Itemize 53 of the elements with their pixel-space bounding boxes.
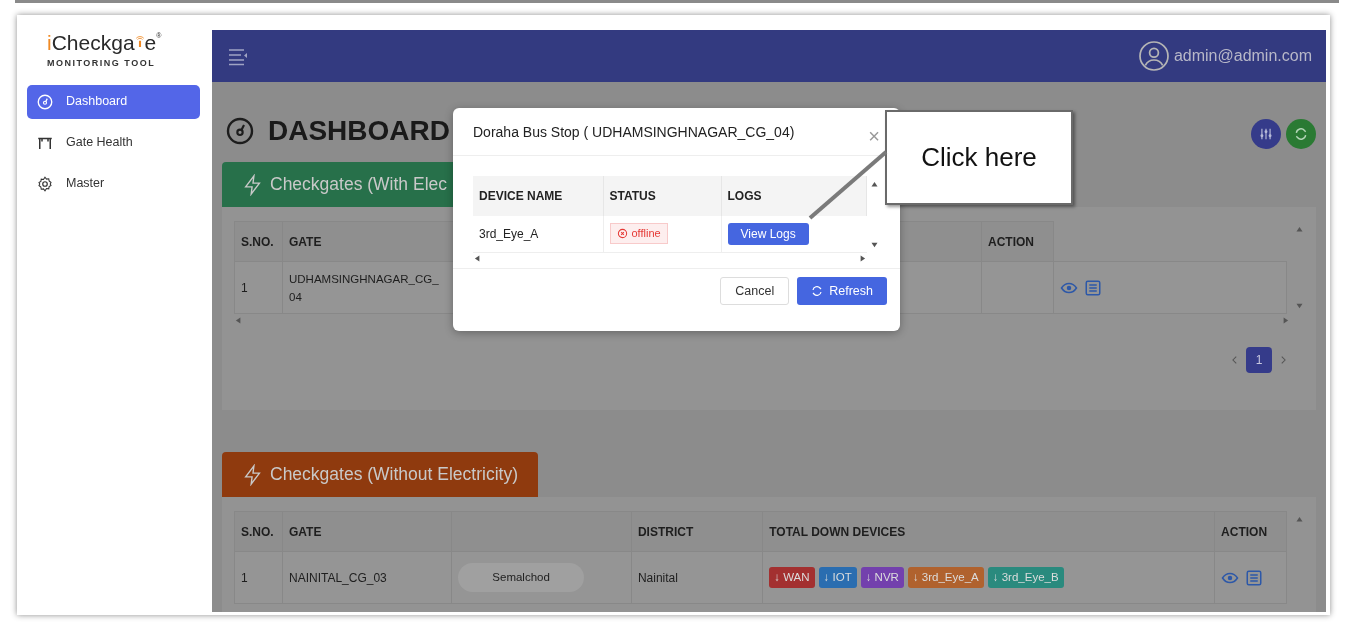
logo-subtitle: MONITORING TOOL (47, 57, 156, 70)
column-header: GATE (289, 234, 322, 249)
gauge-icon (224, 115, 256, 147)
sidebar-item[interactable]: Gate Health (27, 125, 200, 160)
column-header: DISTRICT (637, 524, 694, 539)
device-badge: ↓ WAN (769, 566, 815, 589)
modal-title: Doraha Bus Stop ( UDHAMSINGHNAGAR_CG_04) (473, 123, 795, 142)
status-badge: offline (609, 223, 668, 244)
device-badge: ↓ 3rd_Eye_B (987, 566, 1064, 589)
gauge-icon (36, 92, 54, 111)
lightning-icon (242, 173, 264, 196)
refresh-button[interactable]: Refresh (797, 277, 887, 305)
scroll-right-icon[interactable] (858, 253, 867, 263)
column-header: S.NO. (241, 234, 274, 249)
device-badge: ↓ IOT (818, 566, 857, 589)
cancel-button[interactable]: Cancel (720, 277, 790, 305)
table-cell-text: 1 (241, 569, 249, 587)
column-header: LOGS (727, 189, 762, 203)
close-button[interactable]: × (868, 126, 880, 146)
column-header: GATE (288, 524, 322, 539)
view-logs-button[interactable]: View Logs (727, 222, 809, 245)
table-cell: Nainital (637, 570, 678, 585)
area-badge: Semalchod (458, 562, 584, 593)
callout-text: Click here (921, 141, 1037, 174)
table-cell-text: NAINITAL_CG_03 (288, 569, 388, 587)
user-icon[interactable] (1137, 40, 1170, 72)
sidebar-item[interactable]: Master (27, 166, 200, 201)
column-header: STATUS (609, 189, 656, 203)
table-cell-text: 1 (241, 279, 249, 297)
error-icon (616, 228, 628, 240)
column-header: TOTAL DOWN DEVICES (769, 524, 906, 539)
table-cell: 3rd_Eye_A (479, 226, 539, 241)
refresh-icon (1294, 127, 1308, 141)
page-title: DASHBOARD (268, 114, 450, 148)
sidebar-item[interactable]: Dashboard (27, 84, 200, 119)
page-button[interactable]: 1 (1246, 347, 1272, 373)
list-icon[interactable] (1084, 278, 1102, 297)
user-email[interactable]: admin@admin.com (1173, 44, 1312, 68)
list-icon[interactable] (1245, 568, 1264, 587)
column-header: S.NO. (241, 524, 274, 539)
refresh-button[interactable] (1286, 119, 1316, 149)
scroll-up-icon[interactable] (870, 180, 879, 189)
refresh-icon (811, 285, 824, 297)
scroll-left-icon[interactable] (473, 253, 482, 263)
column-header: ACTION (1221, 524, 1268, 539)
filter-button[interactable] (1251, 119, 1281, 149)
gear-icon (36, 174, 54, 193)
lightning-icon (242, 463, 264, 486)
sliders-icon (1259, 127, 1273, 141)
column-header: ACTION (988, 234, 1034, 249)
device-badge: ↓ NVR (860, 566, 904, 589)
device-badge: ↓ 3rd_Eye_A (907, 566, 984, 589)
table-cell-text: UDHAMSINGHNAGAR_CG_04 (289, 271, 440, 305)
